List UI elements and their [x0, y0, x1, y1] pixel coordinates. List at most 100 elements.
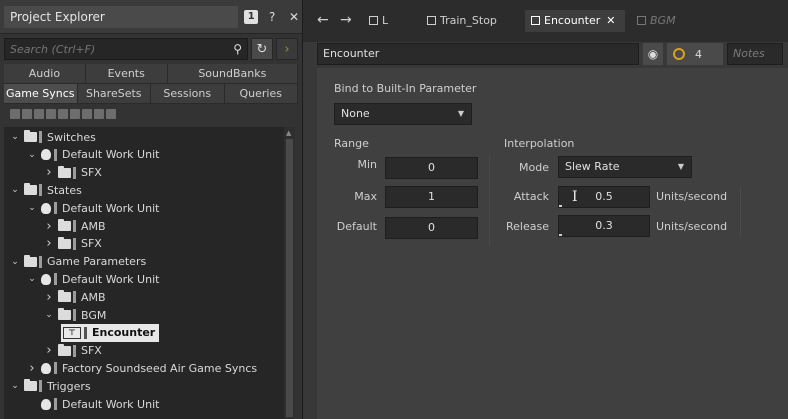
editor-tab-l[interactable]: L — [363, 10, 415, 32]
chevron-right-icon[interactable]: › — [44, 165, 54, 180]
attack-slider-handle[interactable] — [559, 205, 562, 207]
range-divider — [489, 156, 490, 246]
max-field[interactable]: 1 — [385, 186, 478, 208]
back-arrow-icon[interactable]: ← — [317, 12, 329, 28]
chevron-down-icon[interactable]: ⌄ — [27, 203, 37, 213]
scrollbar-thumb[interactable] — [286, 139, 293, 417]
range-title: Range — [334, 137, 369, 150]
tree-item-label: Default Work Unit — [62, 148, 160, 162]
search-icon[interactable]: ⚲ — [233, 42, 242, 56]
tab-sessions[interactable]: Sessions — [151, 84, 225, 104]
tree-item-default-work-unit[interactable]: ⌄ Default Work Unit — [27, 199, 159, 217]
tab-events[interactable]: Events — [85, 64, 168, 84]
tree-item-default-work-unit[interactable]: ⌄ Default Work Unit — [27, 146, 159, 164]
tab-sharesets[interactable]: ShareSets — [77, 84, 151, 104]
tree-item-label: Triggers — [47, 379, 91, 393]
state-icon[interactable] — [70, 109, 80, 119]
search-box[interactable]: ⚲ — [4, 38, 248, 60]
chevron-right-icon[interactable]: › — [44, 343, 54, 358]
state-group-icon[interactable] — [58, 109, 68, 119]
tree-item-switches[interactable]: ⌄ Switches — [10, 128, 96, 146]
chevron-right-icon[interactable]: › — [44, 236, 54, 251]
tree-item-sfx[interactable]: › SFX — [44, 164, 102, 182]
tree-item-default-work-unit[interactable]: Default Work Unit — [27, 395, 159, 413]
view-number-badge[interactable]: 1 — [244, 9, 259, 24]
chevron-down-icon[interactable]: ⌄ — [10, 185, 20, 195]
workunit-icon[interactable] — [10, 109, 20, 119]
tree-item-triggers[interactable]: ⌄ Triggers — [10, 377, 91, 395]
color-bar — [39, 184, 42, 197]
folder-icon[interactable] — [22, 109, 32, 119]
close-icon[interactable]: ✕ — [286, 9, 302, 25]
color-button[interactable]: ◉ — [643, 43, 663, 65]
tree-item-encounter[interactable]: ⊤ Encounter — [61, 323, 160, 342]
tree-item-label: Game Parameters — [47, 255, 147, 269]
editor-tab-encounter[interactable]: Encounter ✕ — [525, 10, 625, 32]
game-parameter-icon[interactable] — [82, 109, 92, 119]
editor-tab-bgm[interactable]: BGM — [631, 10, 711, 32]
close-tab-icon[interactable]: ✕ — [606, 14, 615, 27]
forward-arrow-icon[interactable]: → — [340, 12, 352, 28]
chevron-down-icon[interactable]: ⌄ — [27, 274, 37, 284]
folder-icon — [58, 219, 71, 231]
chevron-right-icon[interactable]: › — [44, 219, 54, 234]
tree-item-amb[interactable]: › AMB — [44, 288, 105, 306]
chevron-down-icon[interactable]: ⌄ — [10, 132, 20, 142]
tree-item-sfx[interactable]: › SFX — [44, 342, 101, 360]
game-parameter-icon: ⊤ — [63, 326, 81, 339]
tree-item-states[interactable]: ⌄ States — [10, 181, 82, 199]
tab-audio[interactable]: Audio — [4, 64, 86, 84]
default-field[interactable]: 0 — [385, 217, 478, 239]
folder-icon — [24, 130, 37, 142]
tree-item-amb[interactable]: › AMB — [44, 217, 105, 235]
tree-item-sfx[interactable]: › SFX — [44, 235, 102, 253]
tab-game-syncs[interactable]: Game Syncs — [4, 84, 78, 104]
sync-button[interactable]: ↻ — [251, 38, 273, 60]
interpolation-mode-dropdown[interactable]: Slew Rate ▼ — [558, 156, 692, 178]
tree-item-game-parameters[interactable]: ⌄ Game Parameters — [10, 253, 146, 271]
tree-item-bgm[interactable]: ⌄ BGM — [44, 306, 106, 324]
references-button[interactable]: 4 — [667, 43, 723, 65]
scroll-up-icon[interactable]: ▲ — [286, 129, 291, 137]
tree-item-label: SFX — [81, 166, 102, 180]
min-field[interactable]: 0 — [385, 157, 478, 179]
panel-title: Project Explorer — [4, 5, 239, 28]
search-input[interactable] — [10, 42, 210, 56]
chevron-down-icon: ▼ — [457, 109, 464, 118]
help-icon[interactable]: ? — [264, 9, 280, 25]
tree-item-label: Default Work Unit — [62, 397, 160, 411]
tab-queries[interactable]: Queries — [224, 84, 298, 104]
argument-icon[interactable] — [106, 109, 116, 119]
tab-soundbanks[interactable]: SoundBanks — [167, 64, 298, 84]
trigger-icon[interactable] — [94, 109, 104, 119]
work-unit-icon — [41, 273, 51, 285]
palette-icon: ◉ — [647, 47, 659, 61]
switch-group-icon[interactable] — [34, 109, 44, 119]
tree-item-label: BGM — [81, 308, 107, 322]
tree-item-label: SFX — [81, 237, 102, 251]
editor-tab-train-stop[interactable]: Train_Stop — [421, 10, 519, 32]
tree-scrollbar[interactable]: ▲ — [284, 127, 295, 419]
tree-item-default-work-unit[interactable]: ⌄ Default Work Unit — [27, 270, 159, 288]
expand-button[interactable]: › — [276, 38, 298, 60]
editor-tab-bar: ← → L Train_Stop Encounter ✕ BGM — [303, 0, 788, 42]
notes-field[interactable]: Notes — [727, 43, 783, 65]
text-cursor-icon: I — [572, 189, 578, 205]
property-editor-panel: ← → L Train_Stop Encounter ✕ BGM Encounte… — [303, 0, 788, 419]
color-bar — [54, 362, 57, 375]
tree-item-factory-soundseed-air-game-syncs[interactable]: › Factory Soundseed Air Game Syncs — [27, 359, 257, 377]
max-label: Max — [354, 190, 377, 203]
chevron-right-icon[interactable]: › — [27, 361, 37, 376]
chevron-down-icon[interactable]: ⌄ — [27, 150, 37, 160]
chevron-down-icon[interactable]: ⌄ — [10, 257, 20, 267]
release-field[interactable]: 0.3 — [558, 215, 650, 237]
chevron-down-icon[interactable]: ⌄ — [44, 310, 54, 320]
attack-units: Units/second — [656, 190, 728, 203]
switch-icon[interactable] — [46, 109, 56, 119]
object-name-field[interactable]: Encounter — [317, 43, 639, 65]
release-slider-handle[interactable] — [559, 234, 562, 236]
folder-icon — [58, 290, 71, 303]
chevron-right-icon[interactable]: › — [44, 290, 54, 305]
bind-parameter-dropdown[interactable]: None ▼ — [334, 103, 472, 125]
chevron-down-icon[interactable]: ⌄ — [10, 381, 20, 391]
